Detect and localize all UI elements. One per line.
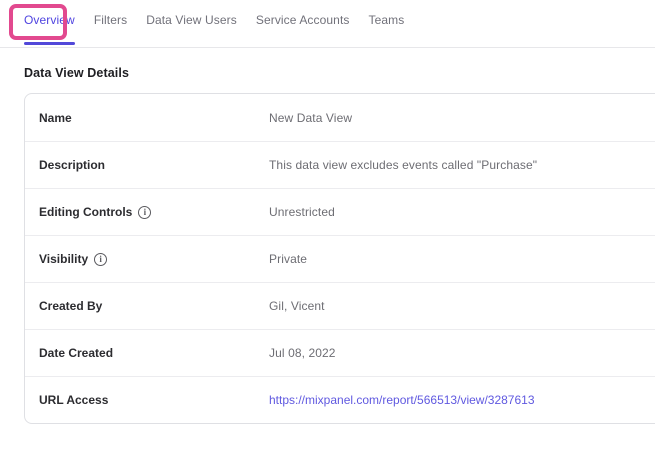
row-value-created-by: Gil, Vicent <box>269 299 325 313</box>
tab-teams[interactable]: Teams <box>369 13 405 48</box>
info-icon[interactable]: i <box>138 206 151 219</box>
row-label-wrap: Visibility i <box>25 252 269 266</box>
row-label-created-by: Created By <box>39 299 102 313</box>
row-label-wrap: URL Access <box>25 393 269 407</box>
detail-row-date-created: Date Created Jul 08, 2022 <box>25 329 655 376</box>
tab-filters-label: Filters <box>94 13 127 27</box>
row-label-wrap: Date Created <box>25 346 269 360</box>
page: Overview Filters Data View Users Service… <box>0 0 655 466</box>
detail-row-visibility: Visibility i Private <box>25 235 655 282</box>
row-value-name: New Data View <box>269 111 352 125</box>
detail-row-editing-controls: Editing Controls i Unrestricted <box>25 188 655 235</box>
tab-teams-label: Teams <box>369 13 405 27</box>
row-label-visibility: Visibility <box>39 252 88 266</box>
row-label-wrap: Editing Controls i <box>25 205 269 219</box>
row-label-url-access: URL Access <box>39 393 108 407</box>
row-value-description: This data view excludes events called "P… <box>269 158 537 172</box>
row-value-editing-controls: Unrestricted <box>269 205 335 219</box>
row-value-visibility: Private <box>269 252 307 266</box>
tab-service-accounts-label: Service Accounts <box>256 13 350 27</box>
tab-data-view-users[interactable]: Data View Users <box>146 13 237 48</box>
row-label-date-created: Date Created <box>39 346 113 360</box>
tab-data-view-users-label: Data View Users <box>146 13 237 27</box>
tab-filters[interactable]: Filters <box>94 13 127 48</box>
tab-overview-label: Overview <box>24 13 75 27</box>
row-value-date-created: Jul 08, 2022 <box>269 346 336 360</box>
section-title: Data View Details <box>24 66 655 80</box>
tab-overview[interactable]: Overview <box>24 13 75 48</box>
detail-row-description: Description This data view excludes even… <box>25 141 655 188</box>
detail-row-created-by: Created By Gil, Vicent <box>25 282 655 329</box>
info-icon[interactable]: i <box>94 253 107 266</box>
row-label-wrap: Name <box>25 111 269 125</box>
active-tab-underline <box>24 42 75 45</box>
row-label-wrap: Created By <box>25 299 269 313</box>
row-label-editing-controls: Editing Controls <box>39 205 132 219</box>
row-label-wrap: Description <box>25 158 269 172</box>
tab-service-accounts[interactable]: Service Accounts <box>256 13 350 48</box>
detail-row-name: Name New Data View <box>25 94 655 141</box>
detail-row-url-access: URL Access https://mixpanel.com/report/5… <box>25 376 655 423</box>
details-card: Name New Data View Description This data… <box>24 93 655 424</box>
row-label-description: Description <box>39 158 105 172</box>
url-access-link[interactable]: https://mixpanel.com/report/566513/view/… <box>269 393 535 407</box>
row-label-name: Name <box>39 111 72 125</box>
tab-bar: Overview Filters Data View Users Service… <box>0 0 655 48</box>
